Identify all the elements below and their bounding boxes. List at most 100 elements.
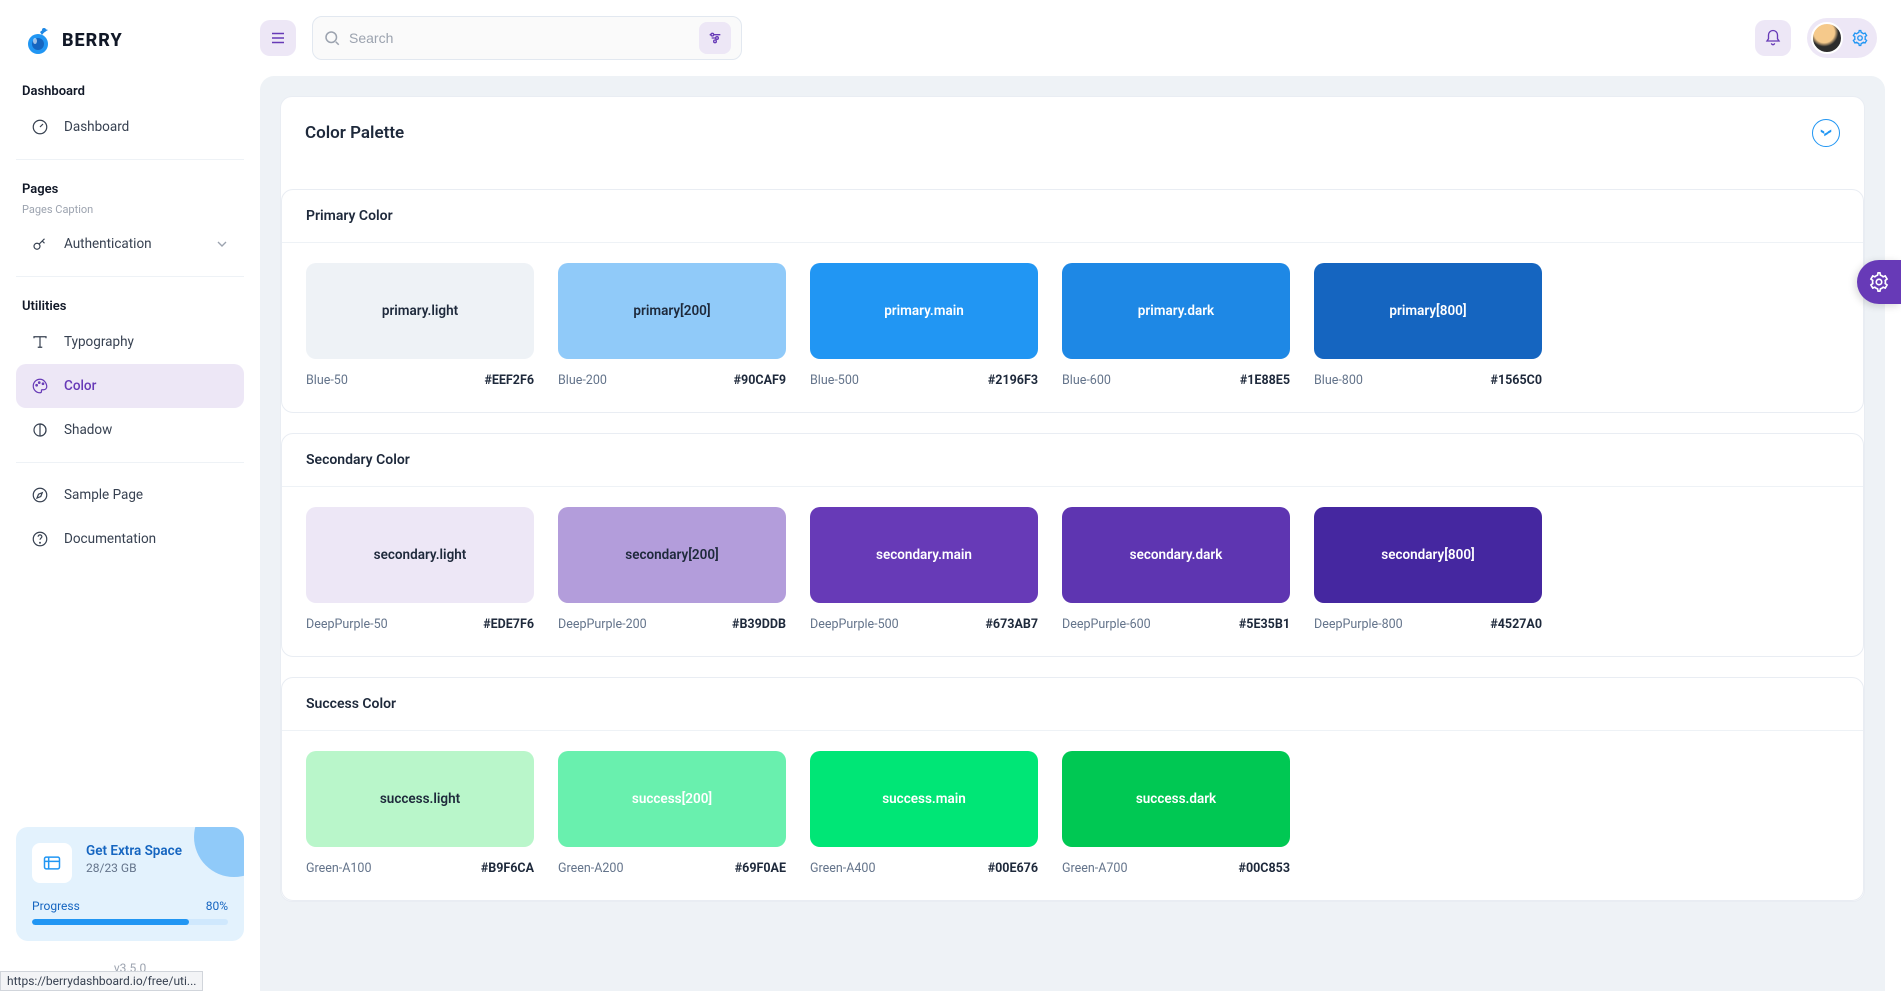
swatch-box: primary[800]: [1314, 263, 1542, 359]
mui-icon: [1819, 126, 1833, 140]
gear-icon: [1868, 271, 1890, 293]
brand-text: BERRY: [62, 30, 123, 51]
swatch-meta: Blue-50#EEF2F6: [306, 373, 534, 388]
swatch-box: secondary[800]: [1314, 507, 1542, 603]
swatch-meta: DeepPurple-500#673AB7: [810, 617, 1038, 632]
sidebar-item-label: Authentication: [64, 236, 152, 252]
berry-logo-icon: [22, 24, 54, 56]
storage-title: Get Extra Space: [86, 843, 182, 859]
color-swatch[interactable]: primary[800] Blue-800#1565C0: [1314, 263, 1542, 388]
swatch-name: DeepPurple-600: [1062, 617, 1151, 632]
swatch-meta: Blue-800#1565C0: [1314, 373, 1542, 388]
sidebar-item-typography[interactable]: Typography: [16, 320, 244, 364]
color-swatch[interactable]: primary.light Blue-50#EEF2F6: [306, 263, 534, 388]
gauge-icon: [30, 117, 50, 137]
swatch-hex: #4527A0: [1490, 617, 1542, 632]
notifications-button[interactable]: [1755, 20, 1791, 56]
content: Color Palette Primary Colorprimary.light…: [260, 76, 1885, 991]
sidebar-item-sample-page[interactable]: Sample Page: [16, 473, 244, 517]
swatch-meta: Blue-200 #90CAF9: [558, 373, 786, 388]
swatch-box: success.light: [306, 751, 534, 847]
key-icon: [30, 234, 50, 254]
nav-section-caption: Pages Caption: [16, 203, 244, 222]
storage-icon: [32, 843, 72, 883]
swatch-hex: #00C853: [1239, 861, 1290, 876]
sidebar-item-authentication[interactable]: Authentication: [16, 222, 244, 266]
swatch-name: Green-A200: [558, 861, 623, 876]
sidebar-item-shadow[interactable]: Shadow: [16, 408, 244, 452]
swatch-box: primary.dark: [1062, 263, 1290, 359]
color-swatch[interactable]: primary.dark Blue-600 #1E88E5: [1062, 263, 1290, 388]
color-swatch[interactable]: primary.mainBlue-500#2196F3: [810, 263, 1038, 388]
color-swatch[interactable]: secondary.mainDeepPurple-500#673AB7: [810, 507, 1038, 632]
swatch-box: primary.light: [306, 263, 534, 359]
sidebar-item-label: Typography: [64, 334, 134, 350]
swatch-name: DeepPurple-800: [1314, 617, 1403, 632]
swatch-hex: #69F0AE: [735, 861, 786, 876]
swatch-meta: Blue-600 #1E88E5: [1062, 373, 1290, 388]
swatch-meta: DeepPurple-800 #4527A0: [1314, 617, 1542, 632]
swatch-name: Blue-600: [1062, 373, 1111, 388]
search-box[interactable]: [312, 16, 742, 60]
swatch-meta: Blue-500 #2196F3: [810, 373, 1038, 388]
menu-toggle-button[interactable]: [260, 20, 296, 56]
search-icon: [323, 29, 341, 47]
bell-icon: [1764, 29, 1782, 47]
color-section-success: Success Color success.lightGreen-A100#B9F…: [281, 677, 1864, 901]
nav-section-utilities: Utilities: [16, 287, 244, 320]
mui-docs-link[interactable]: [1812, 119, 1840, 147]
swatch-hex: #EDE7F6: [483, 617, 534, 632]
compass-icon: [30, 485, 50, 505]
color-swatch[interactable]: secondary[200] DeepPurple-200#B39DDB: [558, 507, 786, 632]
swatch-meta: DeepPurple-200#B39DDB: [558, 617, 786, 632]
color-swatch[interactable]: primary[200]Blue-200#90CAF9: [558, 263, 786, 388]
color-swatch[interactable]: secondary.lightDeepPurple-50#EDE7F6: [306, 507, 534, 632]
swatch-meta: Green-A400#00E676: [810, 861, 1038, 876]
status-bar-url: https://berrydashboard.io/free/uti...: [0, 971, 203, 991]
page-card: Color Palette Primary Colorprimary.light…: [280, 96, 1865, 902]
progress-bar: [32, 919, 228, 925]
filter-button[interactable]: [699, 22, 731, 54]
swatch-box: success.main: [810, 751, 1038, 847]
swatch-name: Blue-500: [810, 373, 859, 388]
sidebar-item-documentation[interactable]: Documentation: [16, 517, 244, 561]
color-section-secondary: Secondary Colorsecondary.lightDeepPurple…: [281, 433, 1864, 657]
swatch-hex: #00E676: [988, 861, 1038, 876]
storage-subtitle: 28/23 GB: [86, 861, 182, 875]
gear-icon: [1851, 29, 1869, 47]
swatch-name: Blue-200: [558, 373, 607, 388]
sidebar-item-dashboard[interactable]: Dashboard: [16, 105, 244, 149]
profile-button[interactable]: [1807, 18, 1877, 58]
swatch-hex: #2196F3: [988, 373, 1038, 388]
topbar: [260, 0, 1901, 76]
filter-icon: [707, 30, 723, 46]
swatch-hex: #1E88E5: [1240, 373, 1290, 388]
palette-icon: [30, 376, 50, 396]
section-title: Success Color: [282, 678, 1863, 731]
swatch-hex: #1565C0: [1491, 373, 1542, 388]
swatch-box: secondary.light: [306, 507, 534, 603]
help-icon: [30, 529, 50, 549]
menu-icon: [269, 29, 287, 47]
sidebar-item-color[interactable]: Color: [16, 364, 244, 408]
logo[interactable]: BERRY: [16, 0, 244, 72]
color-swatch[interactable]: secondary[800] DeepPurple-800 #4527A0: [1314, 507, 1542, 632]
nav-section-pages: Pages: [16, 170, 244, 203]
swatch-meta: DeepPurple-600#5E35B1: [1062, 617, 1290, 632]
swatch-box: success.dark: [1062, 751, 1290, 847]
swatch-hex: #90CAF9: [734, 373, 786, 388]
color-swatch[interactable]: success.lightGreen-A100#B9F6CA: [306, 751, 534, 876]
color-swatch[interactable]: secondary.darkDeepPurple-600#5E35B1: [1062, 507, 1290, 632]
color-swatch[interactable]: success[200] Green-A200 #69F0AE: [558, 751, 786, 876]
theme-settings-button[interactable]: [1857, 260, 1901, 304]
color-swatch[interactable]: success.dark Green-A700 #00C853: [1062, 751, 1290, 876]
swatch-name: Green-A700: [1062, 861, 1127, 876]
section-title: Primary Color: [282, 190, 1863, 243]
swatch-hex: #B39DDB: [732, 617, 786, 632]
color-swatch[interactable]: success.main Green-A400#00E676: [810, 751, 1038, 876]
search-input[interactable]: [341, 30, 699, 46]
swatch-box: secondary[200]: [558, 507, 786, 603]
swatch-box: success[200]: [558, 751, 786, 847]
progress-percent: 80%: [206, 899, 228, 913]
storage-upgrade-card[interactable]: Get Extra Space 28/23 GB Progress 80%: [16, 827, 244, 941]
